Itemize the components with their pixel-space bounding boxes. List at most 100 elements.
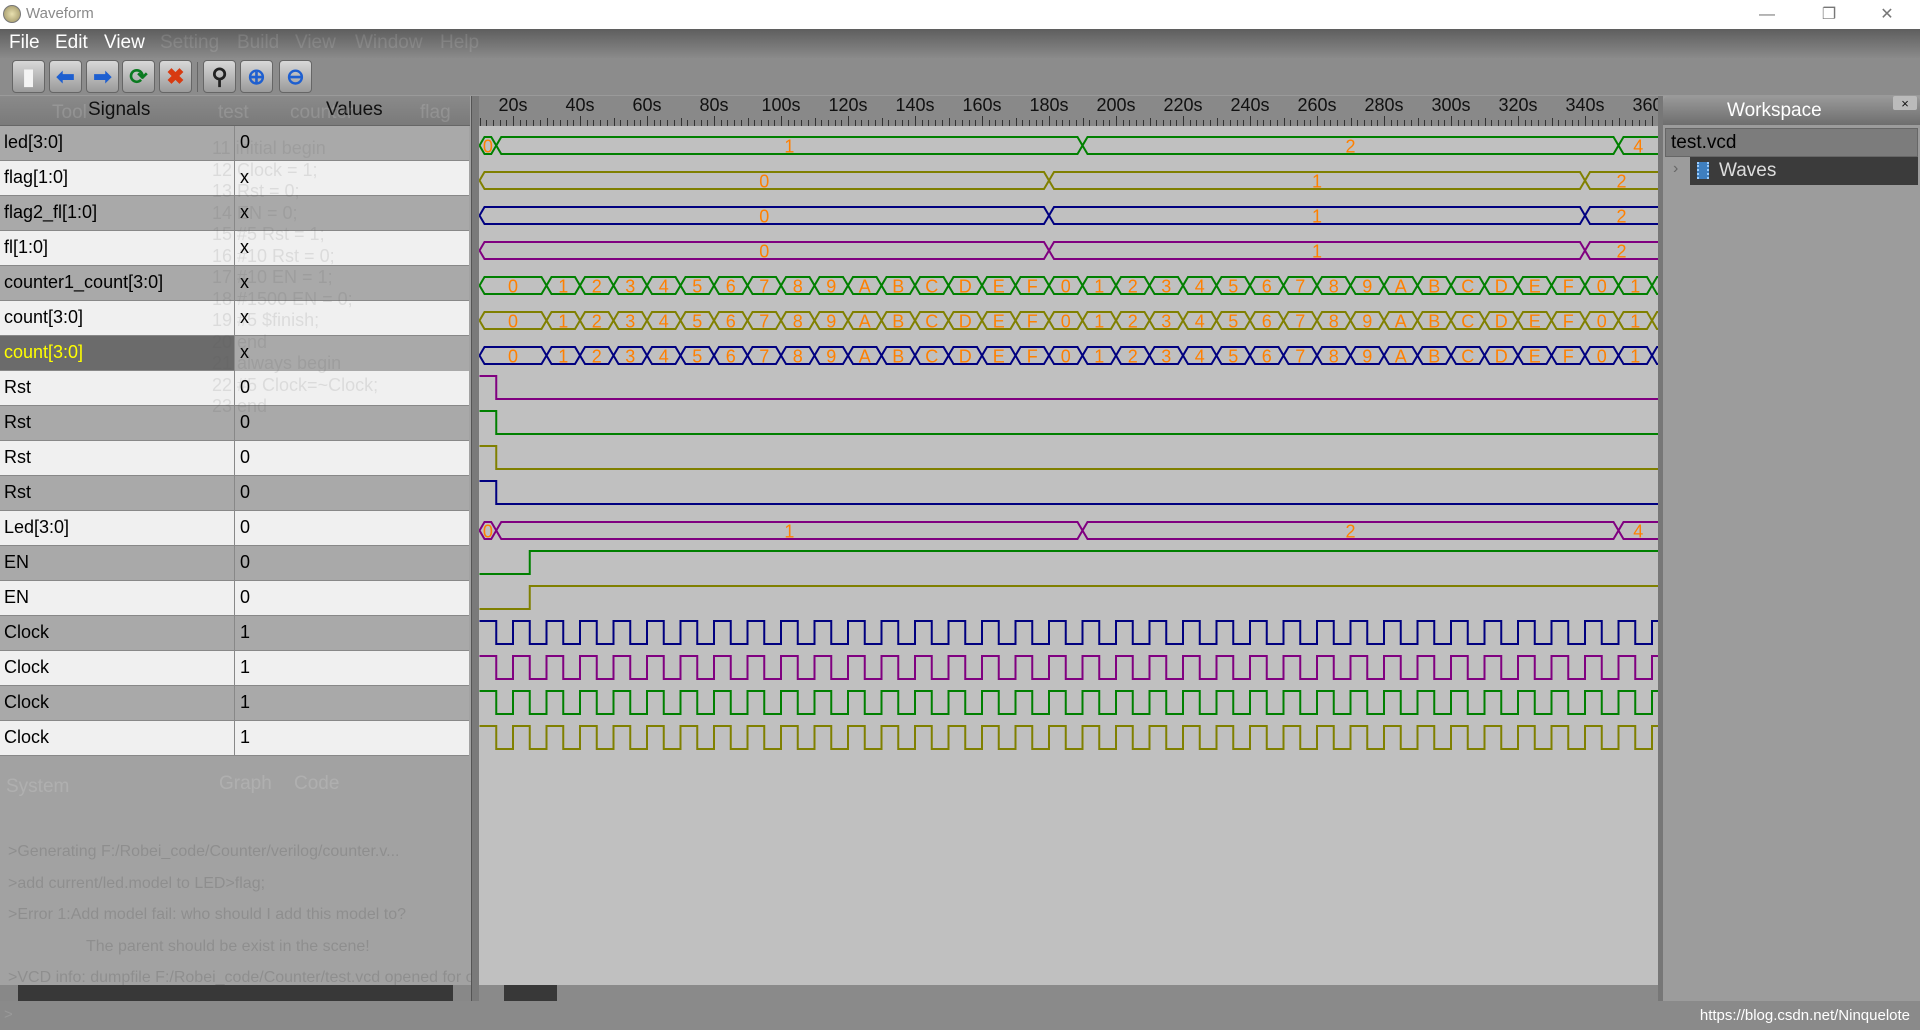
waveform-bit	[479, 550, 1658, 575]
signals-scrollbar[interactable]	[0, 985, 471, 1001]
bus-value-label: 0	[1597, 277, 1607, 297]
refresh-icon: ⟳	[129, 63, 148, 89]
bus-value-label: D	[1495, 277, 1508, 297]
bus-value-label: 0	[1061, 312, 1071, 332]
chevron-right-icon[interactable]: ›	[1673, 160, 1678, 178]
bus-value-label: 1	[1630, 277, 1640, 297]
ghost-text: 14 EN = 0;	[212, 202, 298, 223]
ghost-text: Tool	[52, 102, 87, 123]
ghost-menu-view: View	[295, 32, 336, 53]
ruler-label: 220s	[1163, 96, 1203, 115]
ruler-tick	[479, 118, 481, 126]
signal-trace	[479, 725, 1658, 750]
waveform-canvas[interactable]: 0 1 2 40 1 20 1 20 1 20 1 2 3 4 5 6 7 8 9 A B C D E F 0 1 2 3 4 5 6 7 8 9 A…	[479, 126, 1658, 756]
menu-view[interactable]: View	[104, 32, 145, 54]
zoom-in-button[interactable]: ⊕	[240, 60, 273, 93]
ghost-menu-build: Build	[237, 32, 280, 53]
workspace-title: Workspace	[1727, 100, 1822, 121]
minimize-button[interactable]: —	[1744, 2, 1790, 28]
menu-edit[interactable]: Edit	[55, 32, 88, 54]
forward-button[interactable]: ➡	[86, 60, 119, 93]
bus-value-label: D	[959, 347, 972, 367]
back-button[interactable]: ⬅	[49, 60, 82, 93]
signal-row[interactable]: Clock 1	[0, 616, 469, 651]
refresh-button[interactable]: ⟳	[122, 60, 155, 93]
bus-value-label: C	[925, 312, 938, 332]
signal-row[interactable]: EN 0	[0, 546, 469, 581]
bus-value-label: 9	[1362, 312, 1372, 332]
ruler-label: 320s	[1498, 96, 1538, 115]
ruler-tick	[1216, 118, 1218, 126]
left-splitter[interactable]	[471, 96, 479, 1001]
signal-trace	[479, 655, 1658, 680]
signal-row[interactable]: Clock 1	[0, 686, 469, 721]
bus-value-label: 9	[826, 312, 836, 332]
ruler-label: 60s	[632, 96, 662, 115]
waveform-bus: 0 1 2	[479, 171, 1658, 192]
signal-name: flag[1:0]	[4, 167, 69, 187]
bus-value-label: 5	[1228, 347, 1238, 367]
bus-value-label: F	[1563, 312, 1574, 332]
ghost-text: >Error 1:Add model fail: who should I ad…	[8, 906, 406, 923]
bus-value-label: F	[1027, 277, 1038, 297]
bus-value-label: D	[959, 312, 972, 332]
ghost-text: 16 #10 Rst = 0;	[212, 245, 335, 266]
workspace-close-button[interactable]: ×	[1893, 96, 1917, 111]
bus-value-label: 4	[659, 312, 669, 332]
ruler-tick	[1015, 118, 1017, 126]
ruler-label: 140s	[895, 96, 935, 115]
open-file-button[interactable]: ▮	[12, 60, 45, 93]
ruler-tick	[714, 116, 715, 126]
signal-trace	[479, 620, 1658, 645]
waveform-scroll-thumb[interactable]	[504, 985, 557, 1001]
ghost-text: 19 #5 $finish;	[212, 310, 320, 330]
chip-icon	[1697, 162, 1709, 179]
bus-value-label: E	[993, 312, 1005, 332]
console-prompt[interactable]: >	[4, 1006, 13, 1023]
column-divider	[234, 651, 235, 686]
waveform-bit	[479, 480, 1658, 505]
workspace-file-select[interactable]: test.vcd	[1665, 128, 1918, 157]
signal-row[interactable]: Led[3:0] 0	[0, 511, 469, 546]
bus-value-label: A	[1395, 347, 1407, 367]
signal-name: Clock	[4, 622, 50, 642]
bus-value-label: 6	[1262, 312, 1272, 332]
bus-value-label: C	[925, 277, 938, 297]
bus-value-label: A	[859, 277, 871, 297]
delete-button[interactable]: ✖	[159, 60, 192, 93]
ghost-text: 12 Clock = 1;	[212, 159, 318, 180]
restore-button[interactable]: ❐	[1806, 2, 1852, 28]
ruler-tick	[1551, 118, 1553, 126]
signal-name: fl[1:0]	[4, 237, 49, 257]
signal-row[interactable]: Clock 1	[0, 721, 469, 756]
bus-value-label: 2	[1128, 277, 1138, 297]
signal-trace	[479, 480, 1658, 505]
bus-value-label: 2	[592, 347, 602, 367]
signal-row[interactable]: Rst 0	[0, 476, 469, 511]
bus-value-label: 5	[1228, 312, 1238, 332]
signals-column-header[interactable]: Signals	[88, 99, 150, 121]
toolbar: ▮ ⬅ ➡ ⟳ ✖ ⚲ ⊕ ⊖	[0, 58, 1920, 95]
signals-scroll-thumb[interactable]	[18, 985, 453, 1001]
bus-value-label: B	[1428, 277, 1440, 297]
bus-value-label: 4	[659, 277, 669, 297]
signal-row[interactable]: Clock 1	[0, 651, 469, 686]
bus-value-label: E	[1529, 277, 1541, 297]
waveform-scrollbar[interactable]	[479, 985, 1658, 1001]
bus-value-label: E	[1529, 312, 1541, 332]
zoom-fit-button[interactable]: ⚲	[203, 60, 236, 93]
signal-row[interactable]: EN 0	[0, 581, 469, 616]
close-window-button[interactable]: ✕	[1864, 2, 1910, 28]
ghost-text: >add current/led.model to LED>flag;	[8, 874, 266, 892]
waveform-bus: 0 1 2 3 4 5 6 7 8 9 A B C D E F 0 1 2 3 4 5 6 7 8 9 A B C D E F 0 1	[479, 276, 1658, 297]
status-bar: > https://blog.csdn.net/Ninquelote	[0, 1001, 1920, 1030]
bus-value-label: 5	[692, 277, 702, 297]
zoom-out-button[interactable]: ⊖	[279, 60, 312, 93]
bus-value-label: 2	[1616, 242, 1626, 262]
bus-value-label: 3	[1161, 277, 1171, 297]
menu-file[interactable]: File	[9, 32, 40, 54]
ghost-text: 17 #10 EN = 1;	[212, 267, 333, 287]
tree-item-waves[interactable]: Waves	[1690, 157, 1918, 185]
signal-row[interactable]: Rst 0	[0, 441, 469, 476]
workspace-header: Workspace ×	[1663, 96, 1920, 125]
